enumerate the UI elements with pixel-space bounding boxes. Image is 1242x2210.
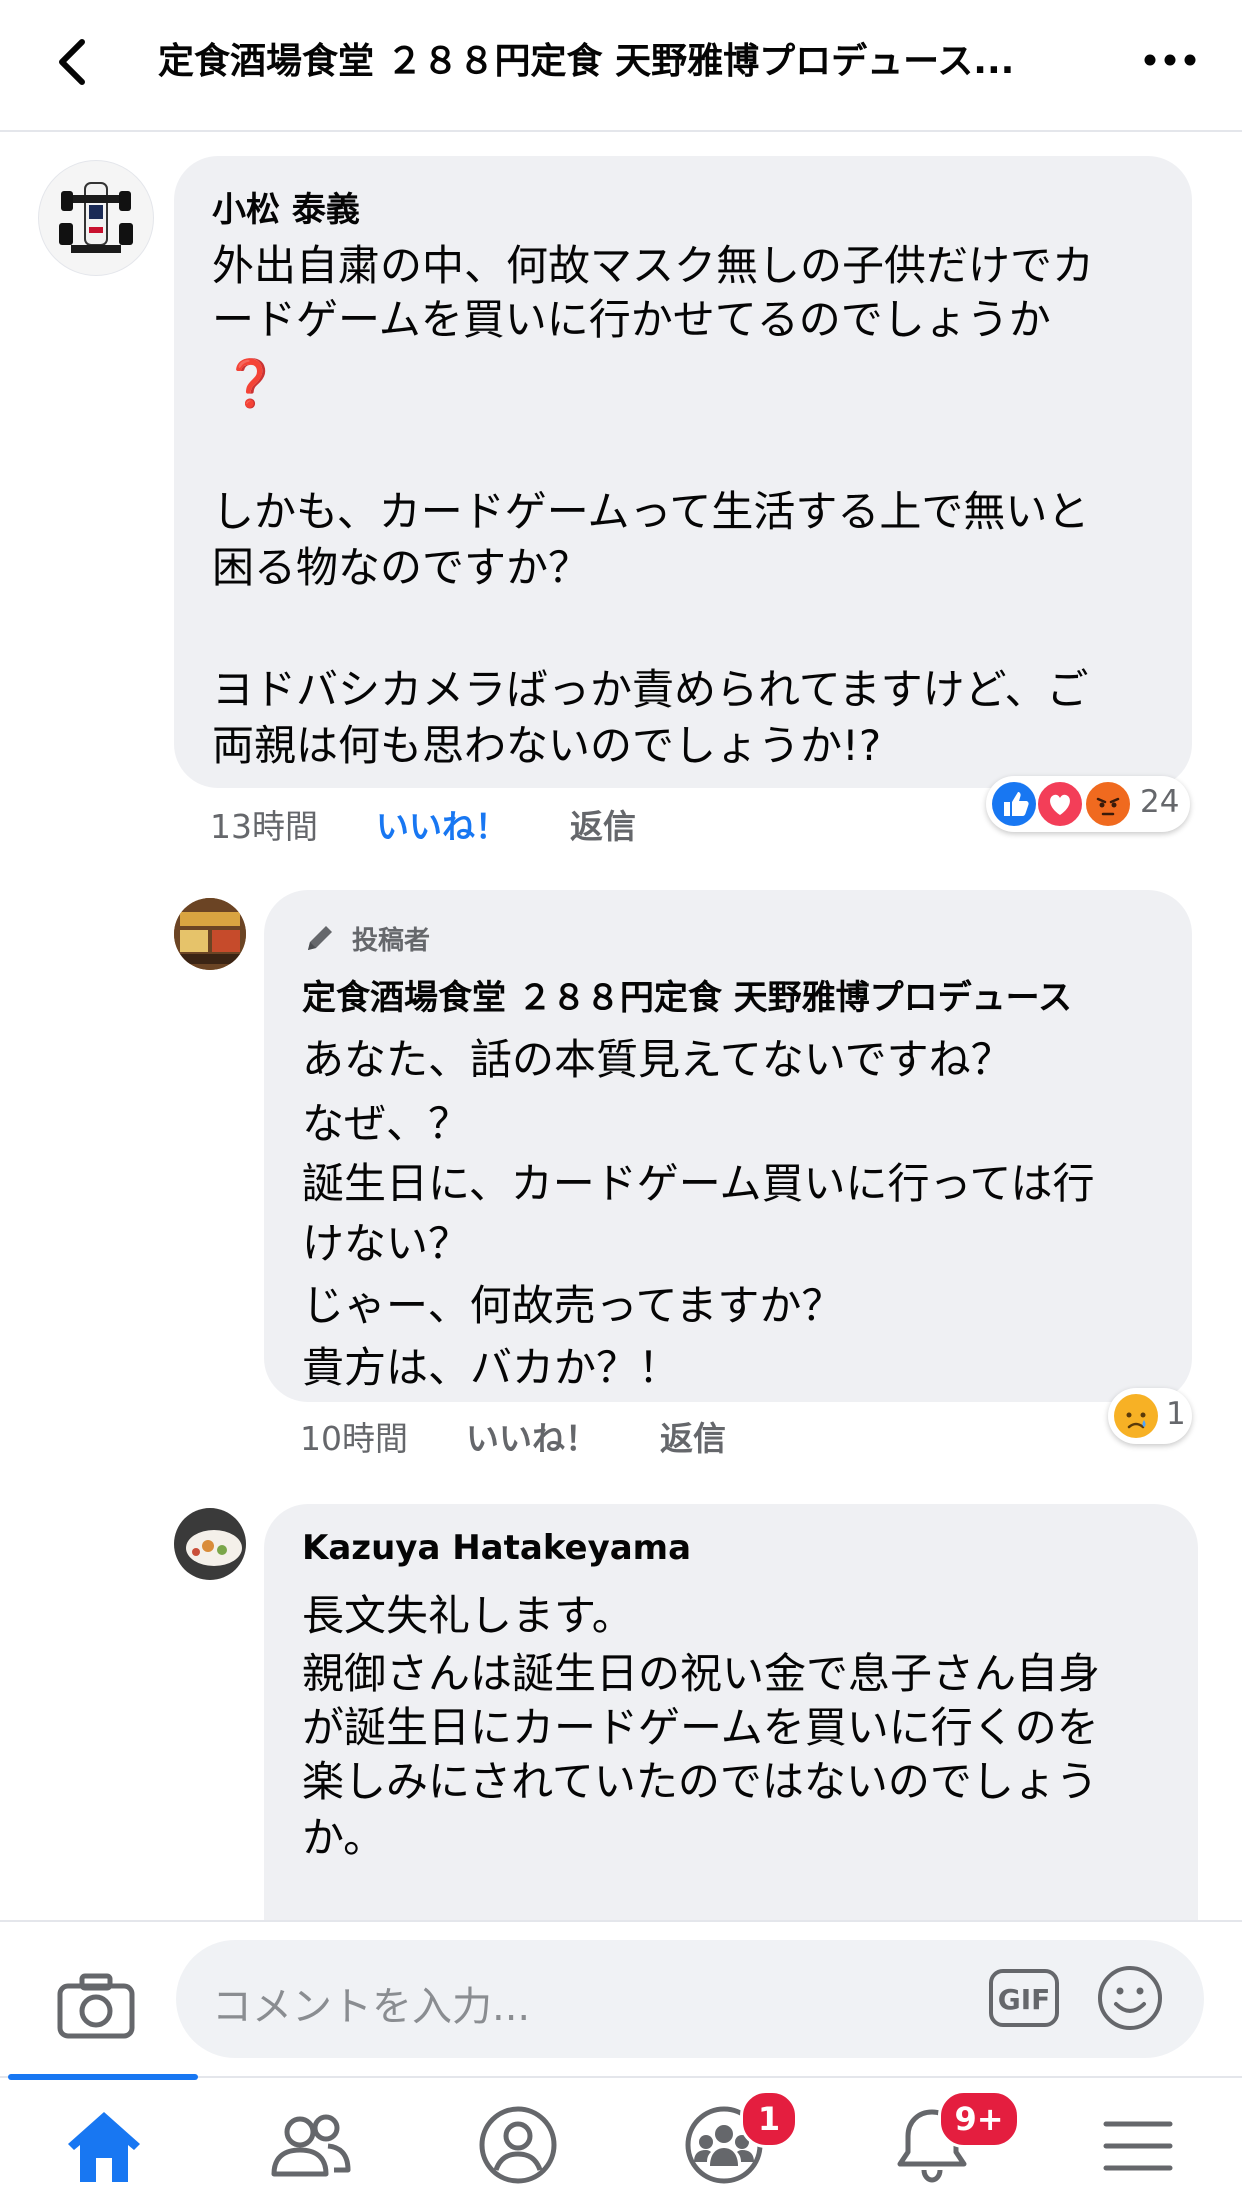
bottom-navigation: 1 9+	[0, 2074, 1242, 2210]
comment-text-line: が誕生日にカードゲームを買いに行くのを	[302, 1703, 1099, 1752]
smiley-icon	[1098, 1966, 1162, 2030]
comment-author[interactable]: Kazuya Hatakeyama	[302, 1528, 691, 1568]
comment-input-placeholder: コメントを入力...	[212, 1984, 531, 2030]
angry-reaction-icon	[1084, 780, 1132, 828]
avatar[interactable]	[38, 160, 154, 276]
reaction-summary[interactable]: 1	[1108, 1388, 1192, 1444]
comment-timestamp: 10時間	[300, 1419, 408, 1458]
comment-text-line: 貴方は、バカか？！	[302, 1343, 681, 1392]
active-tab-indicator	[8, 2074, 198, 2080]
reaction-count: 24	[1140, 784, 1180, 820]
question-mark-emoji: ❓	[222, 356, 280, 410]
tab-friends[interactable]	[262, 2100, 358, 2190]
emoji-button[interactable]	[1096, 1964, 1164, 2032]
svg-text:GIF: GIF	[998, 1983, 1051, 2016]
comment-text-line: 外出自粛の中、何故マスク無しの子供だけでカ	[212, 241, 1095, 290]
comment-text-line: あなた、話の本質見えてないですね？	[302, 1035, 1013, 1084]
sad-reaction-icon	[1114, 1394, 1158, 1438]
comment-text-line: 困る物なのですか？	[212, 543, 591, 592]
comment-input[interactable]: コメントを入力... GIF	[176, 1940, 1204, 2058]
reaction-summary[interactable]: 24	[986, 776, 1190, 832]
profile-icon	[479, 2106, 557, 2184]
camera-button[interactable]	[56, 1972, 136, 2040]
comment-text-line: 長文失礼します。	[302, 1591, 634, 1640]
reply-button[interactable]: 返信	[570, 800, 636, 848]
comment-text-line: か。	[302, 1813, 386, 1862]
comment-author[interactable]: 小松 泰義	[212, 182, 360, 231]
comment-text-line: 両親は何も思わないのでしょうか!?	[212, 721, 882, 770]
comment-composer: コメントを入力... GIF	[0, 1920, 1242, 2078]
tab-home[interactable]	[56, 2100, 152, 2190]
reaction-count: 1	[1166, 1396, 1186, 1432]
comment-text-line: ードゲームを買いに行かせてるのでしょうか	[212, 295, 1051, 344]
comment-author[interactable]: 定食酒場食堂 ２８８円定食 天野雅博プロデュース	[302, 970, 1072, 1019]
comment-text-line: 親御さんは誕生日の祝い金で息子さん自身	[302, 1649, 1101, 1698]
pencil-icon	[308, 926, 332, 950]
avatar[interactable]	[174, 1508, 246, 1580]
race-car-avatar-icon	[59, 182, 133, 253]
like-button[interactable]: いいね！	[376, 800, 508, 848]
more-dots-icon	[1144, 54, 1196, 66]
comment-text-line: しかも、カードゲームって生活する上で無いと	[212, 487, 1090, 536]
top-bar: 定食酒場食堂 ２８８円定食 天野雅博プロデュース...	[0, 0, 1242, 132]
comment-text-line: じゃー、何故売ってますか？	[302, 1281, 844, 1330]
comment-text-line: 楽しみにされていたのではないのでしょう	[302, 1757, 1098, 1806]
comment-text-line: 誕生日に、カードゲーム買いに行っては行	[302, 1159, 1095, 1208]
page-title: 定食酒場食堂 ２８８円定食 天野雅博プロデュース...	[158, 41, 1015, 82]
food-avatar-icon	[174, 1508, 246, 1580]
menu-icon	[1103, 2121, 1173, 2171]
gif-icon: GIF	[989, 1969, 1059, 2027]
camera-icon	[57, 1973, 135, 2039]
friends-icon	[271, 2114, 351, 2177]
comment-text-line: ヨドバシカメラばっか責められてますけど、ご	[212, 665, 1089, 714]
like-button[interactable]: いいね！	[466, 1412, 598, 1460]
more-options-button[interactable]	[1140, 46, 1200, 74]
gif-button[interactable]: GIF	[988, 1968, 1060, 2028]
chevron-left-icon	[59, 39, 85, 85]
groups-badge: 1	[740, 2090, 798, 2148]
avatar[interactable]	[174, 898, 246, 970]
restaurant-avatar-icon	[174, 898, 246, 970]
home-icon	[68, 2112, 140, 2182]
reply-button[interactable]: 返信	[660, 1412, 726, 1460]
comment-text-line: けない？	[302, 1219, 471, 1268]
notifications-badge: 9+	[938, 2090, 1020, 2148]
tab-profile[interactable]	[470, 2100, 566, 2190]
love-reaction-icon	[1036, 780, 1084, 828]
comment-text-line: なぜ、？	[302, 1099, 471, 1148]
back-button[interactable]	[44, 30, 104, 94]
like-reaction-icon	[992, 782, 1036, 826]
tab-menu[interactable]	[1090, 2100, 1186, 2190]
comment-timestamp: 13時間	[210, 807, 318, 846]
author-badge-label: 投稿者	[352, 926, 431, 956]
